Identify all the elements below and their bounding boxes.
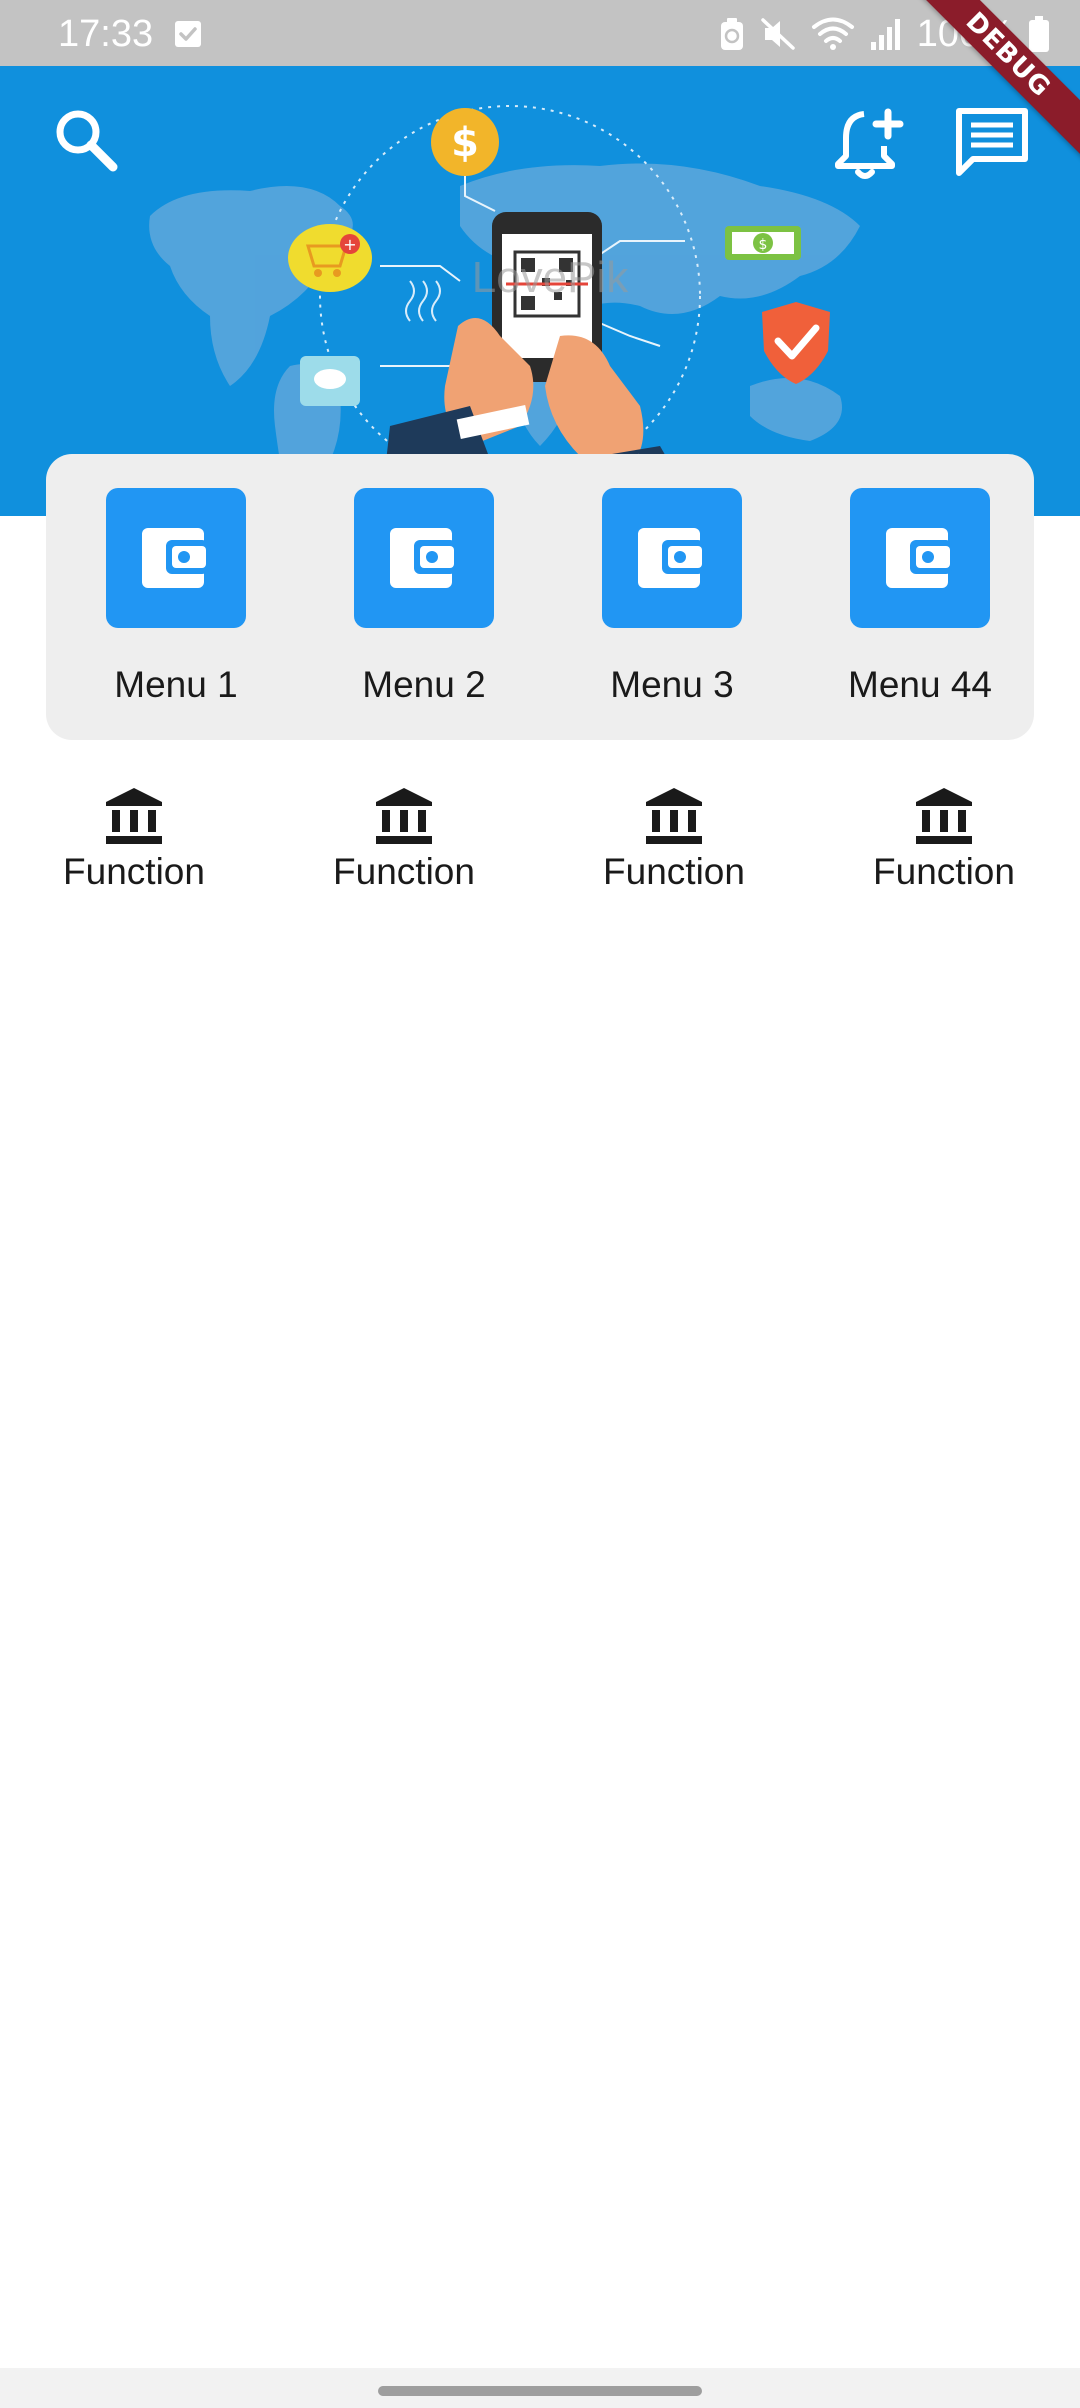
menu-label: Menu 44 bbox=[848, 664, 992, 705]
app-screen: 17:33 $ + $ LovePik DEBUG Menu 1 Menu 2 … bbox=[0, 0, 1080, 2408]
battery-icon bbox=[1029, 16, 1049, 52]
function-item-1[interactable]: Function bbox=[24, 786, 244, 894]
menu-label: Menu 1 bbox=[114, 664, 238, 705]
menu-item-2[interactable]: Menu 2 bbox=[314, 488, 534, 718]
status-time: 17:33 bbox=[58, 13, 154, 55]
notification-add-icon bbox=[835, 108, 904, 179]
wallet-icon bbox=[390, 528, 456, 588]
wallet-icon bbox=[886, 528, 952, 588]
watermark-text: LovePik bbox=[472, 253, 630, 302]
navigation-bar bbox=[0, 2368, 1080, 2408]
function-item-4[interactable]: Function bbox=[834, 786, 1054, 894]
menu-icon-box bbox=[106, 488, 246, 628]
search-icon bbox=[56, 110, 118, 172]
menu-item-4[interactable]: Menu 44 bbox=[810, 488, 1030, 718]
bank-icon bbox=[916, 788, 972, 844]
menu-icon-box bbox=[850, 488, 990, 628]
function-label: Function bbox=[63, 851, 205, 892]
function-label: Function bbox=[873, 851, 1015, 892]
function-row: Function Function Function Function bbox=[0, 786, 1080, 916]
function-item-2[interactable]: Function bbox=[294, 786, 514, 894]
svg-text:$: $ bbox=[451, 120, 479, 166]
search-button[interactable] bbox=[46, 100, 126, 180]
banner-illustration: $ + $ LovePik bbox=[149, 105, 860, 516]
function-label: Function bbox=[333, 851, 475, 892]
function-item-3[interactable]: Function bbox=[564, 786, 784, 894]
svg-text:$: $ bbox=[759, 237, 768, 253]
bank-icon bbox=[646, 788, 702, 844]
wallet-icon bbox=[638, 528, 704, 588]
function-label: Function bbox=[603, 851, 745, 892]
menu-card: Menu 1 Menu 2 Menu 3 Menu 44 bbox=[46, 454, 1034, 740]
signal-icon bbox=[870, 19, 900, 50]
status-bar: 17:33 bbox=[0, 0, 1080, 66]
messages-button[interactable] bbox=[950, 100, 1034, 184]
bank-icon bbox=[106, 788, 162, 844]
data-saver-icon bbox=[720, 18, 743, 50]
add-notification-button[interactable] bbox=[826, 100, 910, 184]
mute-icon bbox=[761, 18, 795, 50]
menu-label: Menu 3 bbox=[610, 664, 734, 705]
home-indicator[interactable] bbox=[378, 2386, 702, 2396]
message-icon bbox=[956, 108, 1028, 176]
menu-icon-box bbox=[354, 488, 494, 628]
menu-icon-box bbox=[602, 488, 742, 628]
menu-label: Menu 2 bbox=[362, 664, 486, 705]
bank-icon bbox=[376, 788, 432, 844]
menu-item-3[interactable]: Menu 3 bbox=[562, 488, 782, 718]
header-banner: $ + $ LovePik bbox=[0, 66, 1080, 516]
checkbox-notification-icon bbox=[175, 21, 201, 47]
menu-item-1[interactable]: Menu 1 bbox=[66, 488, 286, 718]
wallet-icon bbox=[142, 528, 208, 588]
wifi-icon bbox=[811, 17, 854, 50]
svg-text:+: + bbox=[343, 235, 356, 254]
